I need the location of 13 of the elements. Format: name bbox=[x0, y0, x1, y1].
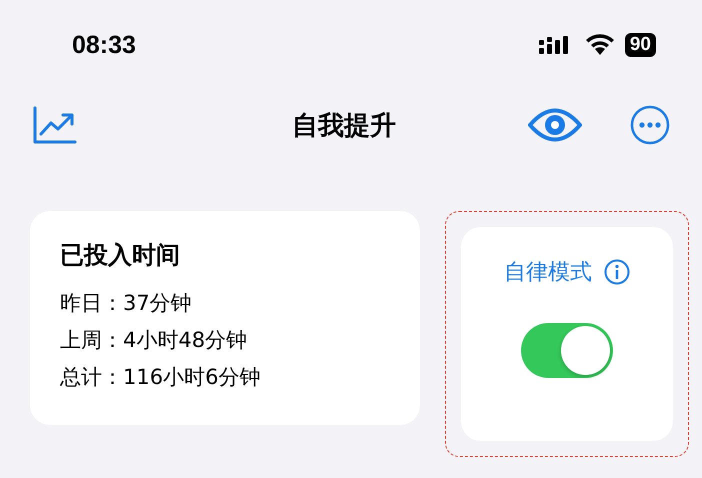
eye-icon[interactable] bbox=[528, 108, 582, 142]
time-stat: 上周：4小时48分钟 bbox=[60, 327, 248, 354]
time-stat: 总计：116小时6分钟 bbox=[60, 364, 262, 391]
status-time: 08:33 bbox=[72, 30, 136, 60]
time-stat: 昨日：37分钟 bbox=[60, 290, 193, 317]
card-title: 已投入时间 bbox=[60, 240, 181, 271]
trend-chart-icon[interactable] bbox=[33, 106, 77, 144]
info-icon[interactable] bbox=[604, 259, 630, 285]
screen-title: 自我提升 bbox=[292, 110, 396, 142]
mode-label: 自律模式 bbox=[504, 259, 592, 287]
more-icon[interactable] bbox=[630, 105, 670, 145]
wifi-icon bbox=[584, 34, 615, 56]
battery-indicator: 90 bbox=[624, 33, 656, 57]
